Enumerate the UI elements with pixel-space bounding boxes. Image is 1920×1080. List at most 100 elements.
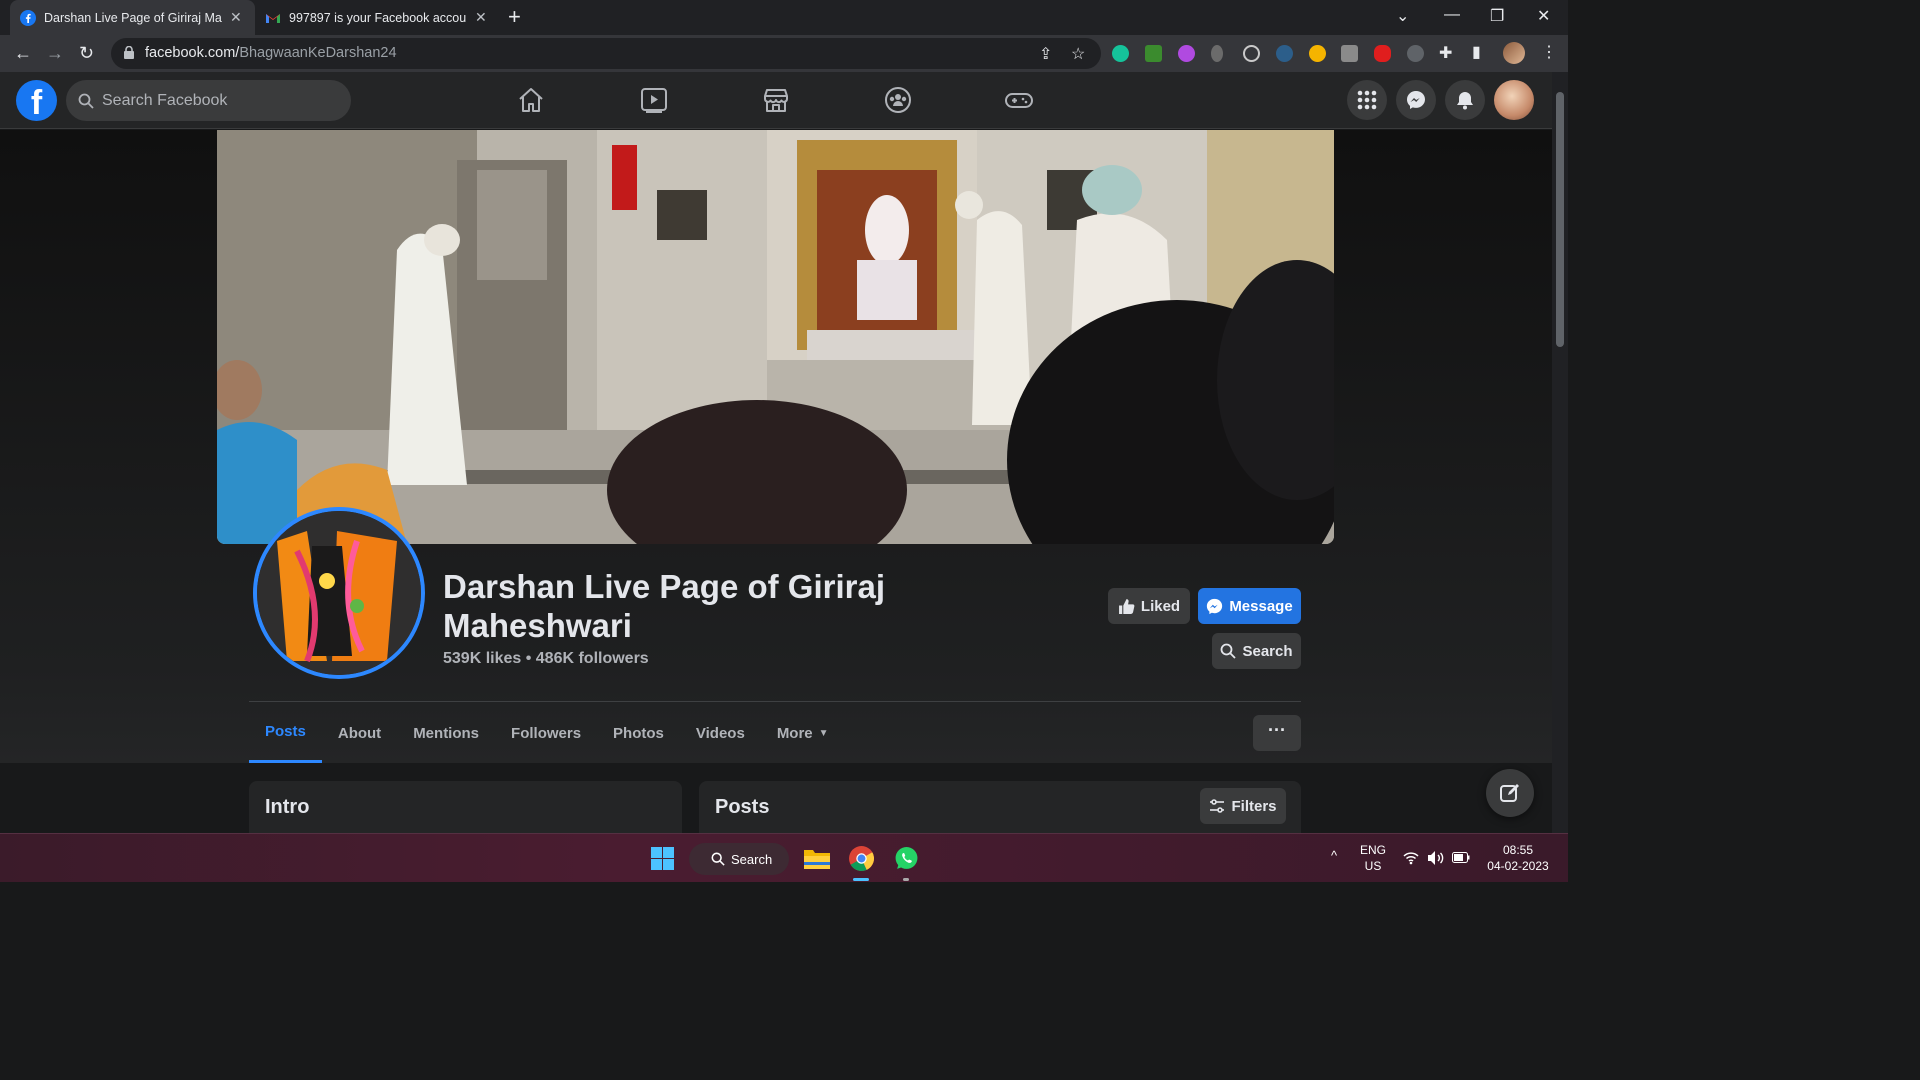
messenger-button[interactable] bbox=[1396, 80, 1436, 120]
tree-extension-icon[interactable] bbox=[1145, 45, 1162, 62]
reload-button[interactable]: ↻ bbox=[79, 43, 94, 64]
tab-followers[interactable]: Followers bbox=[495, 703, 597, 763]
search-icon bbox=[1221, 643, 1237, 659]
minimize-button[interactable]: — bbox=[1444, 6, 1460, 24]
taskbar-search-button[interactable]: Search bbox=[689, 843, 789, 875]
browser-tab-strip: Darshan Live Page of Giriraj Maheshwari … bbox=[0, 0, 1568, 35]
new-tab-button[interactable]: + bbox=[508, 6, 521, 28]
tab-posts[interactable]: Posts bbox=[249, 703, 322, 763]
message-label: Message bbox=[1229, 597, 1293, 615]
grey-extension-icon[interactable] bbox=[1211, 45, 1223, 62]
search-icon bbox=[711, 852, 725, 866]
gaming-icon[interactable] bbox=[1004, 85, 1034, 115]
more-options-button[interactable]: ··· bbox=[1253, 715, 1301, 751]
back-button[interactable]: ← bbox=[14, 43, 32, 64]
facebook-search-box[interactable] bbox=[66, 80, 351, 121]
chrome-profile-avatar[interactable] bbox=[1503, 42, 1525, 64]
language-code: ENG bbox=[1360, 843, 1387, 857]
forward-button[interactable]: → bbox=[46, 43, 64, 64]
filters-icon bbox=[1210, 799, 1225, 813]
liked-button[interactable]: Liked bbox=[1108, 588, 1190, 624]
whatsapp-icon[interactable] bbox=[894, 846, 919, 871]
windows-taskbar: Search ^ ENG US 08:55 04-02-2023 bbox=[0, 833, 1568, 882]
tab-search-icon[interactable]: ⌄ bbox=[1396, 6, 1409, 26]
thumbs-up-icon bbox=[1118, 598, 1135, 614]
restore-button[interactable]: ❐ bbox=[1490, 6, 1504, 26]
share-icon[interactable]: ⇪ bbox=[1039, 44, 1052, 64]
facebook-logo-icon[interactable]: f bbox=[16, 80, 57, 122]
notifications-button[interactable] bbox=[1445, 80, 1485, 120]
search-input[interactable] bbox=[102, 91, 322, 110]
messenger-icon bbox=[1407, 91, 1425, 109]
extensions-puzzle-icon[interactable]: ✚ bbox=[1439, 43, 1452, 63]
yellow-extension-icon[interactable] bbox=[1309, 45, 1326, 62]
account-avatar[interactable] bbox=[1494, 80, 1534, 120]
windows-start-icon[interactable] bbox=[651, 847, 674, 870]
close-tab-icon[interactable]: ✕ bbox=[230, 9, 242, 26]
posts-title: Posts bbox=[715, 796, 770, 818]
page-tabs: Posts About Mentions Followers Photos Vi… bbox=[249, 703, 845, 763]
purple-extension-icon[interactable] bbox=[1178, 45, 1195, 62]
address-bar[interactable]: facebook.com/BhagwaanKeDarshan24 ⇪ ☆ bbox=[111, 38, 1101, 69]
cover-photo[interactable] bbox=[217, 130, 1334, 544]
dark-extension-icon[interactable] bbox=[1407, 45, 1424, 62]
grammarly-extension-icon[interactable] bbox=[1112, 45, 1129, 62]
page-profile-picture[interactable] bbox=[253, 507, 425, 679]
page-header-area bbox=[0, 130, 1552, 763]
show-hidden-icons-chevron-icon[interactable]: ^ bbox=[1331, 848, 1337, 863]
grid-menu-icon bbox=[1357, 90, 1377, 110]
bookmark-star-icon[interactable]: ☆ bbox=[1071, 44, 1085, 64]
browser-tab-facebook[interactable]: Darshan Live Page of Giriraj Maheshwari … bbox=[10, 0, 255, 35]
adblock-extension-icon[interactable] bbox=[1374, 45, 1391, 62]
filters-button[interactable]: Filters bbox=[1200, 788, 1286, 824]
filters-label: Filters bbox=[1231, 797, 1277, 815]
scrollbar-thumb[interactable] bbox=[1556, 92, 1564, 347]
gmail-favicon-icon bbox=[266, 13, 280, 23]
react-extension-icon[interactable] bbox=[1276, 45, 1293, 62]
header-divider bbox=[249, 701, 1301, 702]
chrome-taskbar-icon[interactable] bbox=[849, 846, 874, 871]
browser-tab-gmail[interactable]: 997897 is your Facebook account ✕ bbox=[255, 0, 500, 35]
bell-icon bbox=[1457, 92, 1473, 110]
facebook-favicon-icon bbox=[20, 9, 36, 26]
file-explorer-icon[interactable] bbox=[804, 847, 830, 869]
intro-title: Intro bbox=[265, 796, 310, 818]
menu-grid-button[interactable] bbox=[1347, 80, 1387, 120]
window-extension-icon[interactable] bbox=[1341, 45, 1358, 62]
new-message-button[interactable] bbox=[1486, 769, 1534, 817]
page-scrollbar[interactable] bbox=[1552, 72, 1568, 833]
page-search-button[interactable]: Search bbox=[1212, 633, 1301, 669]
chrome-active-indicator bbox=[853, 878, 869, 881]
close-tab-icon[interactable]: ✕ bbox=[475, 9, 487, 26]
facebook-header: f bbox=[0, 72, 1552, 129]
tab-more[interactable]: More ▼ bbox=[761, 703, 845, 763]
chrome-menu-icon[interactable]: ⋮ bbox=[1541, 42, 1557, 62]
tab-videos[interactable]: Videos bbox=[680, 703, 761, 763]
deity-profile-image bbox=[257, 511, 421, 675]
clock-date: 04-02-2023 bbox=[1487, 859, 1549, 873]
caret-down-icon: ▼ bbox=[818, 727, 829, 739]
tab-photos[interactable]: Photos bbox=[597, 703, 680, 763]
region-code: US bbox=[1364, 859, 1382, 873]
clock[interactable]: 08:55 04-02-2023 bbox=[1484, 842, 1552, 874]
watch-video-icon[interactable] bbox=[639, 85, 669, 115]
browser-toolbar: ← → ↻ facebook.com/BhagwaanKeDarshan24 ⇪… bbox=[0, 35, 1568, 72]
more-label: More bbox=[776, 724, 813, 742]
wifi-icon[interactable] bbox=[1403, 851, 1419, 865]
close-window-button[interactable]: ✕ bbox=[1537, 6, 1550, 26]
marketplace-icon[interactable] bbox=[761, 85, 791, 115]
page-title: Darshan Live Page of Giriraj Maheshwari bbox=[443, 568, 885, 644]
groups-icon[interactable] bbox=[883, 85, 913, 115]
tab-mentions[interactable]: Mentions bbox=[397, 703, 495, 763]
home-icon[interactable] bbox=[516, 85, 546, 115]
volume-icon[interactable] bbox=[1427, 850, 1445, 866]
tab-about[interactable]: About bbox=[322, 703, 397, 763]
liked-label: Liked bbox=[1140, 597, 1181, 615]
message-button[interactable]: Message bbox=[1198, 588, 1301, 624]
language-indicator[interactable]: ENG US bbox=[1360, 842, 1386, 874]
side-panel-icon[interactable]: ▮ bbox=[1472, 42, 1481, 62]
battery-icon[interactable] bbox=[1452, 852, 1470, 863]
posts-card: Posts Filters bbox=[699, 781, 1301, 841]
target-extension-icon[interactable] bbox=[1243, 45, 1260, 62]
messenger-icon bbox=[1207, 598, 1223, 614]
